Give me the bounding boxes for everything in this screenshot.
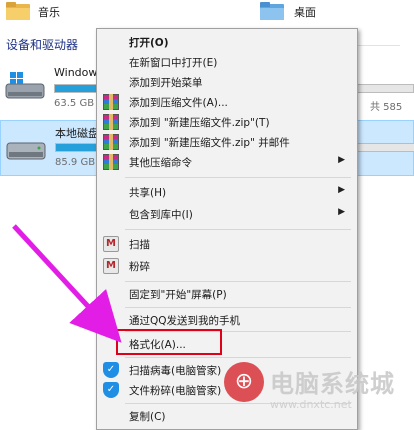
menu-item-pin-start-screen[interactable]: 固定到"开始"屏幕(P) [97,283,355,305]
submenu-arrow-icon: ▶ [338,207,345,217]
menu-item-other-compress[interactable]: 其他压缩命令 ▶ [97,151,355,173]
qq-pc-manager-icon: ✓ [103,362,119,378]
mcafee-shield-icon: M [103,258,119,274]
desktop-folder-icon[interactable] [260,2,284,20]
menu-item-label: 粉碎 [129,261,150,273]
winrar-icon [103,114,119,130]
devices-section-title: 设备和驱动器 [6,38,79,52]
drive-name-local-disk: 本地磁盘 [55,127,99,140]
submenu-arrow-icon: ▶ [338,185,345,195]
submenu-arrow-icon: ▶ [338,155,345,165]
drive-size-windows: 63.5 GB [54,98,95,109]
menu-item-send-qq-phone[interactable]: 通过QQ发送到我的手机 [97,309,355,331]
menu-item-label: 通过QQ发送到我的手机 [129,315,241,327]
menu-item-label: 扫描病毒(电脑管家) [129,365,222,377]
menu-item-label: 其他压缩命令 [129,157,192,169]
arrow-line [12,224,122,343]
menu-item-label: 添加到压缩文件(A)... [129,97,228,109]
menu-item-label: 包含到库中(I) [129,209,193,221]
watermark-url: www.dnxtc.net [270,398,352,411]
menu-item-add-to-archive[interactable]: 添加到压缩文件(A)... [97,91,355,113]
mcafee-shield-icon: M [103,236,119,252]
menu-separator [125,177,351,178]
menu-separator [125,229,351,230]
menu-item-label: 扫描 [129,239,150,251]
menu-item-open[interactable]: 打开(O) [97,31,355,53]
menu-item-label: 打开(O) [129,37,169,49]
music-folder-icon[interactable] [6,2,30,20]
drive-size-local-disk: 85.9 GB [55,157,96,168]
menu-item-label: 添加到 "新建压缩文件.zip" 并邮件 [129,137,290,149]
menu-item-label: 固定到"开始"屏幕(P) [129,289,227,301]
watermark-logo-icon: ⊕ [224,362,264,402]
folder-label-music[interactable]: 音乐 [38,4,60,20]
qq-pc-manager-icon: ✓ [103,382,119,398]
menu-item-add-to-zip[interactable]: 添加到 "新建压缩文件.zip"(T) [97,111,355,133]
windows-drive-icon [5,72,45,99]
format-highlight-box [116,329,222,355]
drive-free-text-windows: 共 585 [370,102,403,113]
winrar-icon [103,154,119,170]
menu-item-label: 复制(C) [129,411,166,423]
menu-separator [125,357,351,358]
menu-item-label: 文件粉碎(电脑管家) [129,385,222,397]
menu-item-label: 添加到 "新建压缩文件.zip"(T) [129,117,270,129]
menu-item-label: 在新窗口中打开(E) [129,57,218,69]
menu-item-share[interactable]: 共享(H) ▶ [97,181,355,203]
menu-item-add-to-zip-email[interactable]: 添加到 "新建压缩文件.zip" 并邮件 [97,131,355,153]
watermark-text: 电脑系统城 [270,370,395,398]
menu-item-shred[interactable]: M 粉碎 [97,255,355,277]
menu-item-label: 共享(H) [129,187,167,199]
winrar-icon [103,94,119,110]
menu-separator [125,307,351,308]
winrar-icon [103,134,119,150]
local-disk-icon [6,142,46,160]
menu-item-pin-start-menu[interactable]: 添加到开始菜单 [97,71,355,93]
menu-item-label: 添加到开始菜单 [129,77,203,89]
site-watermark: ⊕ 电脑系统城 www.dnxtc.net [222,360,414,420]
folder-label-desktop[interactable]: 桌面 [294,4,316,20]
menu-item-scan[interactable]: M 扫描 [97,233,355,255]
menu-item-open-new-window[interactable]: 在新窗口中打开(E) [97,51,355,73]
menu-item-include-library[interactable]: 包含到库中(I) ▶ [97,203,355,225]
menu-separator [125,281,351,282]
